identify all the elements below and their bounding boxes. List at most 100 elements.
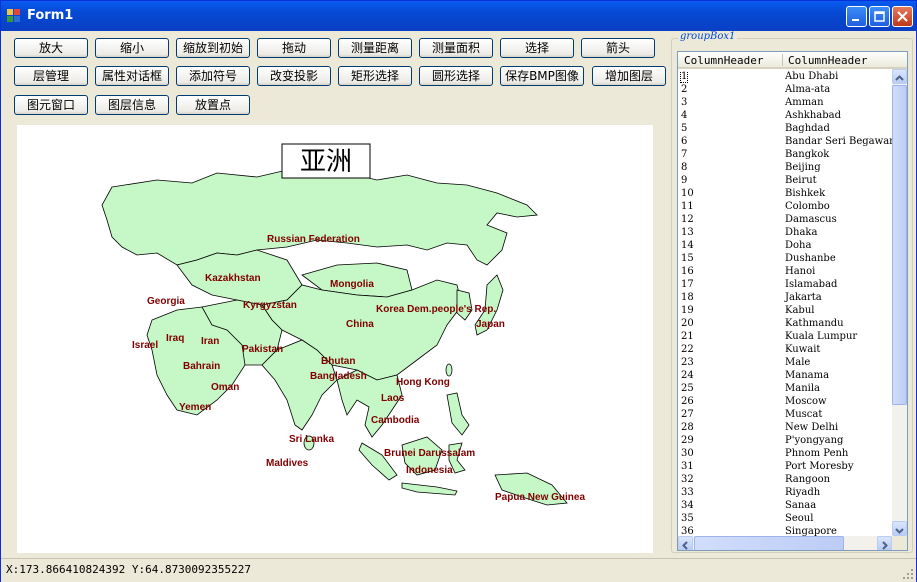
column-divider[interactable]	[782, 54, 783, 66]
resize-grip-icon[interactable]	[902, 568, 914, 580]
horizontal-scroll-thumb[interactable]	[694, 536, 844, 550]
pan-button[interactable]: 拖动	[257, 38, 331, 58]
list-item[interactable]: 33 Riyadh	[678, 487, 892, 500]
row-city-name: P'yongyang	[785, 435, 844, 446]
scroll-up-button[interactable]	[892, 69, 907, 84]
list-item[interactable]: 3 Amman	[678, 97, 892, 110]
label-maldives: Maldives	[266, 458, 309, 469]
zoom-out-button[interactable]: 缩小	[95, 38, 169, 58]
list-item[interactable]: 17 Islamabad	[678, 279, 892, 292]
list-item[interactable]: 6 Bandar Seri Begawan	[678, 136, 892, 149]
list-item[interactable]: 30 Phnom Penh	[678, 448, 892, 461]
scroll-down-button[interactable]	[892, 521, 907, 536]
layer-info-button[interactable]: 图层信息	[95, 95, 169, 115]
row-index: 32	[681, 474, 694, 485]
list-item[interactable]: 10 Bishkek	[678, 188, 892, 201]
list-item[interactable]: 15 Dushanbe	[678, 253, 892, 266]
list-item[interactable]: 11 Colombo	[678, 201, 892, 214]
measure-area-button[interactable]: 测量面积	[419, 38, 493, 58]
map-view[interactable]: 亚洲 Russian Federation Kazakhstan Mongoli…	[17, 125, 653, 553]
list-item[interactable]: 32 Rangoon	[678, 474, 892, 487]
row-city-name: Beijing	[785, 162, 821, 173]
list-item[interactable]: 9 Beirut	[678, 175, 892, 188]
list-item[interactable]: 28 New Delhi	[678, 422, 892, 435]
row-city-name: Bandar Seri Begawan	[785, 136, 892, 147]
arrow-button[interactable]: 箭头	[581, 38, 655, 58]
select-button[interactable]: 选择	[500, 38, 574, 58]
row-city-name: Doha	[785, 240, 812, 251]
list-item[interactable]: 16 Hanoi	[678, 266, 892, 279]
feature-window-button[interactable]: 图元窗口	[14, 95, 88, 115]
label-hong-kong: Hong Kong	[396, 377, 450, 388]
add-layer-button[interactable]: 增加图层	[592, 66, 666, 86]
list-item[interactable]: 34 Sanaa	[678, 500, 892, 513]
list-item[interactable]: 13 Dhaka	[678, 227, 892, 240]
list-item[interactable]: 2 Alma-ata	[678, 84, 892, 97]
list-item[interactable]: 35 Seoul	[678, 513, 892, 526]
maximize-button[interactable]	[869, 6, 890, 27]
asia-map[interactable]: 亚洲 Russian Federation Kazakhstan Mongoli…	[17, 125, 653, 553]
zoom-in-button[interactable]: 放大	[14, 38, 88, 58]
list-item[interactable]: 5 Baghdad	[678, 123, 892, 136]
measure-distance-button[interactable]: 测量距离	[338, 38, 412, 58]
title-bar[interactable]: Form1	[1, 1, 916, 31]
list-item[interactable]: 31 Port Moresby	[678, 461, 892, 474]
list-item[interactable]: 26 Moscow	[678, 396, 892, 409]
list-item[interactable]: 20 Kathmandu	[678, 318, 892, 331]
add-symbol-button[interactable]: 添加符号	[176, 66, 250, 86]
main-window: Form1 放大 缩小 缩放到初始 拖动 测量距离 测量面积 选择 箭头 层管理…	[0, 0, 917, 582]
label-laos: Laos	[381, 393, 405, 404]
label-bahrain: Bahrain	[183, 361, 220, 372]
vertical-scroll-thumb[interactable]	[892, 85, 907, 405]
chevron-left-icon	[682, 541, 688, 550]
app-icon	[7, 9, 20, 22]
list-item[interactable]: 27 Muscat	[678, 409, 892, 422]
rectangle-select-button[interactable]: 矩形选择	[338, 66, 412, 86]
properties-dialog-button[interactable]: 属性对话框	[95, 66, 169, 86]
list-item[interactable]: 4 Ashkhabad	[678, 110, 892, 123]
row-city-name: Riyadh	[785, 487, 821, 498]
list-item[interactable]: 36 Singapore	[678, 526, 892, 536]
label-brunei: Brunei Darussalam	[384, 448, 475, 459]
list-item[interactable]: 24 Manama	[678, 370, 892, 383]
horizontal-scrollbar[interactable]	[678, 536, 892, 550]
row-index: 28	[681, 422, 694, 433]
row-index: 5	[681, 123, 688, 134]
zoom-to-initial-button[interactable]: 缩放到初始	[176, 38, 250, 58]
label-cambodia: Cambodia	[371, 415, 420, 426]
layer-manager-button[interactable]: 层管理	[14, 66, 88, 86]
list-item[interactable]: 21 Kuala Lumpur	[678, 331, 892, 344]
circle-select-button[interactable]: 圆形选择	[419, 66, 493, 86]
list-item[interactable]: 29 P'yongyang	[678, 435, 892, 448]
column-header-2[interactable]: ColumnHeader	[788, 54, 867, 67]
list-item[interactable]: 22 Kuwait	[678, 344, 892, 357]
row-index: 35	[681, 513, 694, 524]
column-header-1[interactable]: ColumnHeader	[684, 54, 763, 67]
city-listview[interactable]: ColumnHeader ColumnHeader 1 Abu Dhabi 2 Alm…	[677, 51, 908, 551]
vertical-scrollbar[interactable]	[892, 69, 907, 536]
label-bhutan: Bhutan	[321, 356, 355, 367]
label-mongolia: Mongolia	[330, 279, 374, 290]
scroll-right-button[interactable]	[877, 536, 892, 550]
list-item[interactable]: 18 Jakarta	[678, 292, 892, 305]
list-item[interactable]: 1 Abu Dhabi	[678, 71, 892, 84]
change-projection-button[interactable]: 改变投影	[257, 66, 331, 86]
row-city-name: Ashkhabad	[785, 110, 842, 121]
list-item[interactable]: 14 Doha	[678, 240, 892, 253]
list-item[interactable]: 19 Kabul	[678, 305, 892, 318]
groupbox-label: groupBox1	[678, 31, 738, 42]
row-city-name: Muscat	[785, 409, 823, 420]
row-index: 15	[681, 253, 694, 264]
list-item[interactable]: 7 Bangkok	[678, 149, 892, 162]
list-item[interactable]: 8 Beijing	[678, 162, 892, 175]
scroll-left-button[interactable]	[678, 536, 693, 550]
list-item[interactable]: 25 Manila	[678, 383, 892, 396]
row-index: 21	[681, 331, 694, 342]
row-index: 29	[681, 435, 694, 446]
save-bmp-button[interactable]: 保存BMP图像	[500, 66, 584, 86]
minimize-button[interactable]	[846, 6, 867, 27]
close-button[interactable]	[892, 6, 913, 27]
list-item[interactable]: 12 Damascus	[678, 214, 892, 227]
list-item[interactable]: 23 Male	[678, 357, 892, 370]
place-point-button[interactable]: 放置点	[176, 95, 250, 115]
